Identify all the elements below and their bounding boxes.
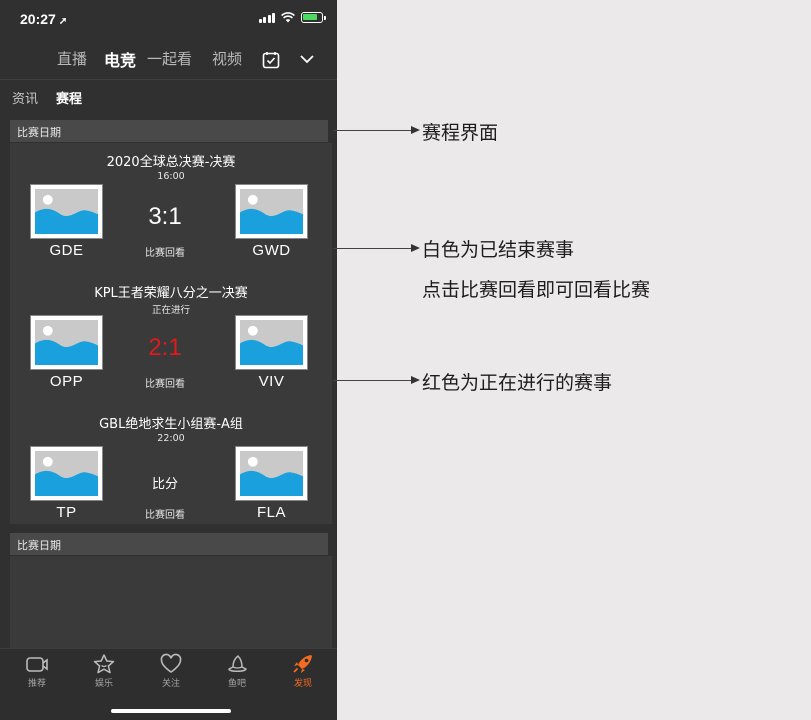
annotation-line [333,380,413,381]
replay-button[interactable]: 比赛回看 [120,506,210,521]
match-score-live: 2:1 [148,334,182,361]
match-title: 2020全球总决赛-决赛 [106,155,236,170]
battery-icon [301,12,326,23]
annotation-schedule: 赛程界面 [422,122,499,144]
tab-schedule[interactable]: 赛程 [56,88,82,107]
tab-video[interactable]: 视频 [212,48,242,69]
team-logo-placeholder-icon [30,315,103,370]
team-left-name: GDE [49,242,84,259]
annotation-replay: 点击比赛回看即可回看比赛 [422,279,651,301]
team-right-name: FLA [256,504,286,521]
annotation-arrow [411,126,420,134]
signal-icon [258,12,275,23]
match-title: GBL绝地求生小组赛-A组 [99,417,243,432]
replay-button[interactable]: 比赛回看 [120,244,210,259]
match-item[interactable]: GBL绝地求生小组赛-A组 22:00 TP 比分 比赛回看 FLA [10,413,332,539]
match-title: KPL王者荣耀八分之一决赛 [94,286,248,301]
nav-label: 关注 [161,679,180,689]
nav-label: 推荐 [27,679,46,689]
nav-follow[interactable]: 关注 [146,653,196,689]
calendar-check-icon[interactable] [262,51,280,69]
match-status: 正在进行 [151,305,190,316]
match-time: 22:00 [157,433,185,444]
team-right-name: VIV [258,373,285,390]
annotation-line [333,248,413,249]
top-tabs: 直播 电竞 一起看 视频 [0,44,337,76]
team-logo-placeholder-icon [235,315,308,370]
annotation-live: 红色为正在进行的赛事 [422,372,613,394]
location-icon: ➚ [58,16,68,27]
team-left-name: OPP [49,373,84,390]
annotation-arrow [411,244,420,252]
nav-label: 鱼吧 [227,679,246,689]
nav-entertainment[interactable]: 娱乐 [79,653,129,689]
tab-esports[interactable]: 电竞 [104,47,136,71]
match-item[interactable]: KPL王者荣耀八分之一决赛 正在进行 OPP 2:1 比赛回看 VIV [10,282,332,408]
status-icons [258,12,326,23]
tab-watch-together[interactable]: 一起看 [147,48,192,69]
date-header: 比赛日期 [10,120,328,142]
status-time: 20:27 ➚ [20,11,68,27]
nav-label: 娱乐 [94,679,113,689]
match-item[interactable]: 2020全球总决赛-决赛 16:00 GDE 3:1 比赛回看 GWD [10,151,332,277]
date-header-2: 比赛日期 [10,533,328,555]
match-score: 3:1 [148,203,182,230]
nav-label: 发现 [293,679,312,689]
match-time: 16:00 [157,171,185,182]
annotation-line [333,130,413,131]
nav-recommend[interactable]: 推荐 [12,653,62,689]
video-icon [26,657,48,672]
match-score-pending: 比分 [151,476,178,491]
fish-hat-icon [228,655,247,672]
match-list: 2020全球总决赛-决赛 16:00 GDE 3:1 比赛回看 GWD KPL王… [10,143,332,524]
team-left-name: TP [56,504,77,521]
nav-discover[interactable]: 发现 [278,653,328,689]
star-face-icon [93,654,115,674]
tab-live[interactable]: 直播 [57,48,87,69]
heart-icon [160,653,182,673]
annotation-finished: 白色为已结束赛事 [422,239,575,261]
home-indicator [111,709,231,713]
tab-news[interactable]: 资讯 [12,88,38,107]
rocket-icon [293,655,312,673]
chevron-down-icon[interactable] [299,52,315,66]
wifi-icon [281,12,295,23]
phone-screen: 20:27 ➚ 直播 电竞 一起看 视频 资讯 赛程 比赛日期 2020全球总决赛… [0,0,337,720]
replay-button[interactable]: 比赛回看 [120,375,210,390]
sub-tabs: 资讯 赛程 [0,80,337,114]
team-logo-placeholder-icon [235,446,308,501]
nav-fish-bar[interactable]: 鱼吧 [212,653,262,689]
annotation-arrow [411,376,420,384]
team-logo-placeholder-icon [30,446,103,501]
status-bar: 20:27 ➚ [0,0,337,40]
team-logo-placeholder-icon [30,184,103,239]
empty-match-list [10,556,332,648]
team-right-name: GWD [252,242,291,259]
team-logo-placeholder-icon [235,184,308,239]
